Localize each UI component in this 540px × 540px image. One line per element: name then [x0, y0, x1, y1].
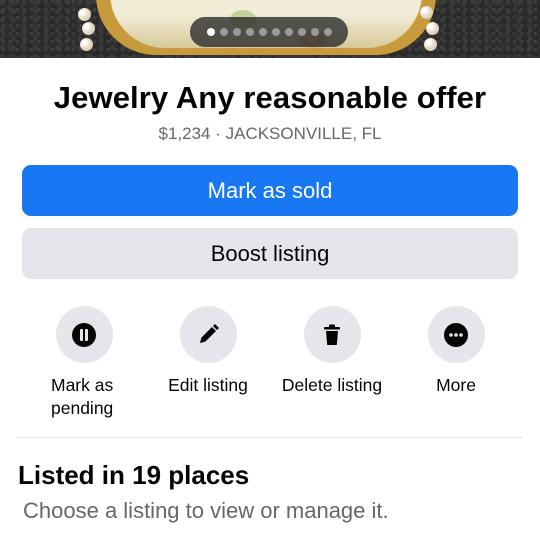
pearl: [424, 38, 437, 51]
pagination-dot[interactable]: [219, 28, 228, 36]
more-button[interactable]: More: [396, 306, 516, 397]
delete-listing-button[interactable]: Delete listing: [272, 306, 392, 397]
listing-actions: Mark as pending Edit listing Delete list…: [0, 306, 540, 421]
more-dots-icon: [427, 306, 485, 363]
listed-places-title: Listed in 19 places: [18, 460, 250, 490]
pause-icon: [55, 306, 113, 363]
listing-title: Jewelry Any reasonable offer: [53, 80, 487, 115]
pearl: [426, 22, 439, 35]
pearl: [82, 22, 95, 35]
photo-pagination-dots[interactable]: [190, 17, 348, 47]
listing-price-location: $1,234 · JACKSONVILLE, FL: [158, 124, 382, 143]
listed-places-subtitle: Choose a listing to view or manage it.: [23, 498, 389, 523]
pagination-dot[interactable]: [245, 28, 254, 36]
pagination-dot[interactable]: [284, 28, 293, 36]
edit-listing-button[interactable]: Edit listing: [148, 306, 268, 397]
action-label: Mark as pending: [51, 375, 114, 418]
divider: [18, 437, 523, 438]
pencil-icon: [179, 306, 237, 363]
pagination-dot[interactable]: [323, 28, 332, 36]
mark-as-sold-button[interactable]: Mark as sold: [22, 165, 518, 216]
action-label: More: [436, 375, 476, 395]
pagination-dot[interactable]: [271, 28, 280, 36]
pearl: [420, 6, 433, 19]
pearl: [80, 38, 93, 51]
action-label: Delete listing: [281, 375, 383, 395]
listing-photo[interactable]: [0, 0, 540, 58]
boost-listing-button[interactable]: Boost listing: [22, 228, 518, 279]
pagination-dot[interactable]: [297, 28, 306, 36]
mark-as-pending-button[interactable]: Mark as pending: [24, 306, 144, 420]
pagination-dot[interactable]: [310, 28, 319, 36]
pearl: [78, 8, 91, 21]
pagination-dot[interactable]: [258, 28, 267, 36]
pagination-dot-active[interactable]: [206, 28, 215, 36]
action-label: Edit listing: [168, 375, 248, 395]
trash-icon: [303, 306, 361, 363]
pagination-dot[interactable]: [232, 28, 241, 36]
